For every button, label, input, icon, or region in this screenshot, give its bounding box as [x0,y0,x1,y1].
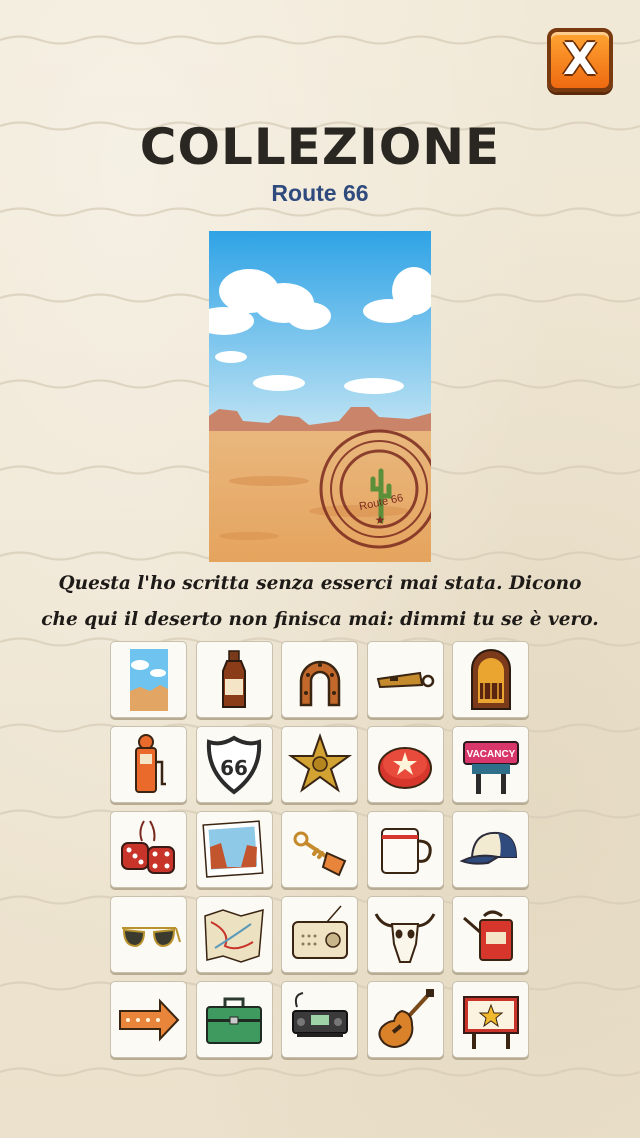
collection-item-star-billboard[interactable] [452,981,529,1058]
collection-item-road-map[interactable] [195,896,273,973]
description-line-1: Questa l'ho scritta senza esserci mai st… [58,573,582,594]
arrow-sign-icon [118,997,179,1042]
bottle-cap-icon [378,746,432,789]
collection-subtitle: Route 66 [271,180,369,206]
close-icon: X [563,34,597,85]
collection-item-coffee-mug[interactable] [366,811,444,888]
trucker-cap-icon [459,831,517,865]
collection-item-bottle[interactable] [195,641,273,718]
gas-pump-icon [134,733,166,793]
canyon-photo-icon [202,819,264,878]
electric-guitar-icon [378,988,434,1048]
cb-radio-icon [291,991,348,1037]
collection-item-bottle-cap[interactable] [366,726,444,803]
collection-item-motel-key[interactable] [281,811,358,888]
jukebox-icon [470,648,511,710]
aviator-sunglasses-icon [121,926,181,947]
collection-item-postcard[interactable] [110,641,187,718]
radio-icon [291,905,348,959]
collection-item-route-shield[interactable]: 66 [195,726,273,803]
desert-postcard-icon [129,648,168,711]
collection-item-cb-radio[interactable] [281,981,358,1058]
coffee-mug-icon [381,827,432,874]
collection-item-toolbox[interactable] [195,981,273,1058]
motel-key-icon [293,831,346,876]
collection-item-cow-skull[interactable] [366,896,444,973]
collection-item-trucker-cap[interactable] [452,811,529,888]
close-button[interactable]: X [547,28,613,92]
collection-item-oil-can[interactable] [452,896,529,973]
svg-text:VACANCY: VACANCY [466,749,515,760]
collection-item-radio[interactable] [281,896,358,973]
svg-text:66: 66 [220,756,248,780]
oil-can-icon [462,910,513,961]
collection-description: Questa l'ho scritta senza esserci mai st… [40,566,600,638]
description-line-2: che qui il deserto non finisca mai: dimm… [41,609,599,630]
sheriff-star-icon [287,732,352,793]
collection-item-whistle[interactable] [366,641,444,718]
collection-item-gas-pump[interactable] [110,726,187,803]
whistle-icon [376,671,435,688]
star-billboard-icon [462,995,519,1049]
collection-item-horseshoe[interactable] [281,641,358,718]
cow-skull-icon [374,912,436,963]
collection-item-sunglasses[interactable] [110,896,187,973]
collection-item-jukebox[interactable] [452,641,529,718]
postcard-image: Route 66 ★ [209,231,431,562]
collection-item-fuzzy-dice[interactable] [110,811,187,888]
toolbox-icon [206,997,262,1044]
collection-item-guitar[interactable] [366,981,444,1058]
desert-scene-image: Route 66 ★ [209,231,431,562]
bottle-icon [222,649,246,708]
collection-item-sheriff-star[interactable] [281,726,358,803]
collection-grid: 66 VACANCY [110,641,530,1058]
page-title: COLLEZIONE [139,118,501,176]
collection-item-arrow-sign[interactable] [110,981,187,1058]
svg-text:★: ★ [375,513,386,527]
horseshoe-icon [299,660,340,706]
road-map-icon [204,908,264,963]
fuzzy-dice-icon [120,819,175,874]
vacancy-sign-icon: VACANCY [462,740,519,794]
collection-item-vacancy-sign[interactable]: VACANCY [452,726,529,803]
collection-item-canyon-photo[interactable] [195,811,273,888]
route-66-shield-icon: 66 [206,735,262,794]
